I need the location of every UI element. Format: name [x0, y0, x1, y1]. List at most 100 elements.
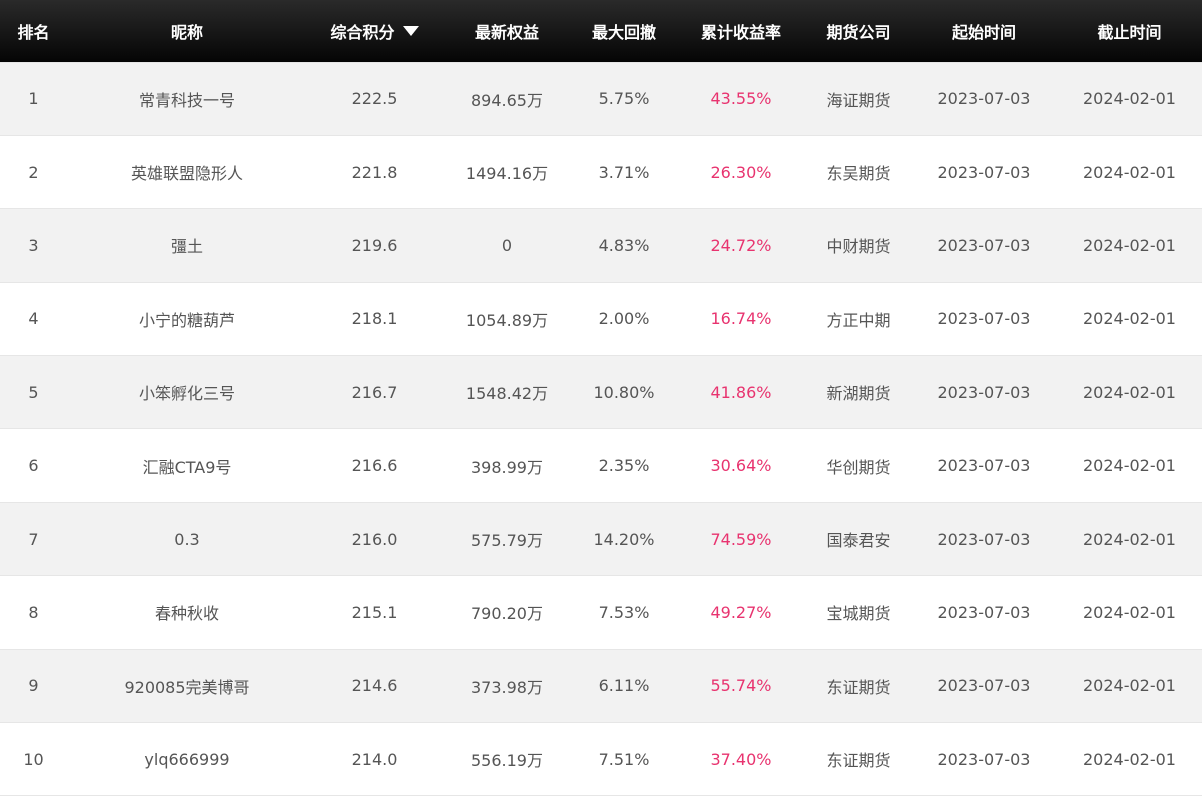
cell-equity: 790.20万: [442, 575, 572, 650]
cell-company: 国泰君安: [806, 502, 911, 577]
cell-equity: 894.65万: [442, 61, 572, 136]
cell-nickname: 常青科技一号: [67, 61, 307, 136]
cell-start-time: 2023-07-03: [911, 502, 1057, 577]
cell-equity: 0: [442, 208, 572, 283]
table-row: 9 920085完美博哥 214.6 373.98万 6.11% 55.74% …: [0, 649, 1202, 724]
cell-score: 216.6: [307, 428, 442, 503]
cell-end-time: 2024-02-01: [1057, 61, 1202, 136]
cell-return-rate: 16.74%: [676, 282, 806, 357]
cell-start-time: 2023-07-03: [911, 649, 1057, 724]
cell-equity: 575.79万: [442, 502, 572, 577]
header-return-rate: 累计收益率: [700, 22, 781, 42]
cell-company: 新湖期货: [806, 355, 911, 430]
cell-return-rate: 43.55%: [676, 61, 806, 136]
cell-drawdown: 5.75%: [572, 61, 676, 136]
table-header-row: 排名 昵称 综合积分 最新权益 最大回撤 累计收益率 期货公司 起始时间 截止时…: [0, 0, 1202, 62]
cell-equity: 1494.16万: [442, 135, 572, 210]
header-start-time: 起始时间: [951, 22, 1016, 42]
cell-start-time: 2023-07-03: [911, 135, 1057, 210]
cell-rank: 10: [0, 722, 67, 796]
cell-score: 218.1: [307, 282, 442, 357]
cell-equity: 1548.42万: [442, 355, 572, 430]
cell-nickname: 春种秋收: [67, 575, 307, 650]
cell-nickname: 小宁的糖葫芦: [67, 282, 307, 357]
cell-nickname: 汇融CTA9号: [67, 428, 307, 503]
cell-drawdown: 3.71%: [572, 135, 676, 210]
cell-score: 216.7: [307, 355, 442, 430]
cell-drawdown: 4.83%: [572, 208, 676, 283]
table-row: 2 英雄联盟隐形人 221.8 1494.16万 3.71% 26.30% 东吴…: [0, 135, 1202, 210]
cell-equity: 556.19万: [442, 722, 572, 796]
cell-return-rate: 26.30%: [676, 135, 806, 210]
cell-drawdown: 2.35%: [572, 428, 676, 503]
cell-rank: 6: [0, 428, 67, 503]
cell-start-time: 2023-07-03: [911, 208, 1057, 283]
table-row: 10 ylq666999 214.0 556.19万 7.51% 37.40% …: [0, 722, 1202, 796]
table-row: 6 汇融CTA9号 216.6 398.99万 2.35% 30.64% 华创期…: [0, 428, 1202, 503]
header-score-sort-button[interactable]: 综合积分: [307, 0, 442, 62]
cell-return-rate: 24.72%: [676, 208, 806, 283]
cell-end-time: 2024-02-01: [1057, 282, 1202, 357]
cell-start-time: 2023-07-03: [911, 282, 1057, 357]
cell-start-time: 2023-07-03: [911, 428, 1057, 503]
cell-end-time: 2024-02-01: [1057, 649, 1202, 724]
cell-score: 216.0: [307, 502, 442, 577]
cell-company: 东证期货: [806, 649, 911, 724]
cell-start-time: 2023-07-03: [911, 575, 1057, 650]
cell-rank: 4: [0, 282, 67, 357]
cell-equity: 398.99万: [442, 428, 572, 503]
cell-company: 方正中期: [806, 282, 911, 357]
cell-nickname: 英雄联盟隐形人: [67, 135, 307, 210]
cell-end-time: 2024-02-01: [1057, 502, 1202, 577]
cell-rank: 8: [0, 575, 67, 650]
cell-rank: 3: [0, 208, 67, 283]
cell-end-time: 2024-02-01: [1057, 722, 1202, 796]
cell-company: 中财期货: [806, 208, 911, 283]
cell-rank: 5: [0, 355, 67, 430]
cell-company: 东吴期货: [806, 135, 911, 210]
cell-return-rate: 74.59%: [676, 502, 806, 577]
cell-end-time: 2024-02-01: [1057, 575, 1202, 650]
table-row: 4 小宁的糖葫芦 218.1 1054.89万 2.00% 16.74% 方正中…: [0, 282, 1202, 357]
cell-drawdown: 7.51%: [572, 722, 676, 796]
cell-start-time: 2023-07-03: [911, 722, 1057, 796]
cell-company: 东证期货: [806, 722, 911, 796]
cell-nickname: 彊土: [67, 208, 307, 283]
cell-end-time: 2024-02-01: [1057, 428, 1202, 503]
cell-return-rate: 55.74%: [676, 649, 806, 724]
cell-drawdown: 2.00%: [572, 282, 676, 357]
cell-company: 海证期货: [806, 61, 911, 136]
table-row: 8 春种秋收 215.1 790.20万 7.53% 49.27% 宝城期货 2…: [0, 575, 1202, 650]
cell-drawdown: 10.80%: [572, 355, 676, 430]
table-row: 7 0.3 216.0 575.79万 14.20% 74.59% 国泰君安 2…: [0, 502, 1202, 577]
cell-end-time: 2024-02-01: [1057, 355, 1202, 430]
cell-rank: 7: [0, 502, 67, 577]
cell-equity: 373.98万: [442, 649, 572, 724]
cell-nickname: 小笨孵化三号: [67, 355, 307, 430]
cell-end-time: 2024-02-01: [1057, 208, 1202, 283]
cell-rank: 2: [0, 135, 67, 210]
table-row: 3 彊土 219.6 0 4.83% 24.72% 中财期货 2023-07-0…: [0, 208, 1202, 283]
cell-company: 宝城期货: [806, 575, 911, 650]
cell-nickname: ylq666999: [67, 722, 307, 796]
header-score-label: 综合积分: [330, 22, 395, 42]
cell-drawdown: 6.11%: [572, 649, 676, 724]
cell-equity: 1054.89万: [442, 282, 572, 357]
cell-nickname: 0.3: [67, 502, 307, 577]
cell-company: 华创期货: [806, 428, 911, 503]
cell-score: 221.8: [307, 135, 442, 210]
header-equity: 最新权益: [474, 22, 539, 42]
cell-score: 215.1: [307, 575, 442, 650]
cell-score: 214.0: [307, 722, 442, 796]
cell-drawdown: 7.53%: [572, 575, 676, 650]
cell-drawdown: 14.20%: [572, 502, 676, 577]
header-drawdown: 最大回撤: [591, 22, 656, 42]
cell-return-rate: 37.40%: [676, 722, 806, 796]
cell-nickname: 920085完美博哥: [67, 649, 307, 724]
header-rank: 排名: [17, 22, 50, 42]
cell-rank: 9: [0, 649, 67, 724]
cell-return-rate: 41.86%: [676, 355, 806, 430]
cell-return-rate: 30.64%: [676, 428, 806, 503]
cell-score: 222.5: [307, 61, 442, 136]
cell-start-time: 2023-07-03: [911, 61, 1057, 136]
